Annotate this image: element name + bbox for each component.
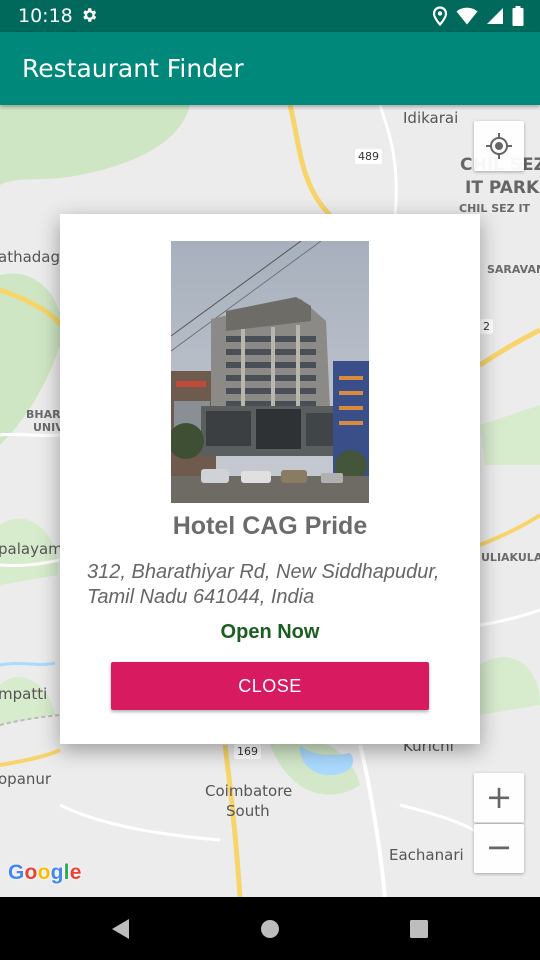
road-number-169: 169 (234, 744, 261, 759)
recents-icon[interactable] (405, 915, 433, 943)
navigation-bar (0, 897, 540, 960)
map-label-opanur: opanur (0, 770, 52, 788)
plus-icon: + (485, 778, 513, 816)
map-label-idikarai: Idikarai (403, 109, 459, 127)
map-label-eachanari: Eachanari (389, 846, 464, 864)
google-logo: Google (8, 861, 82, 885)
google-logo-letter: e (69, 861, 82, 884)
wifi-icon (456, 7, 478, 25)
signal-icon (487, 8, 503, 24)
status-icons (432, 6, 524, 26)
map-label-coimbatore: Coimbatore (205, 782, 293, 800)
close-button[interactable]: CLOSE (111, 662, 429, 710)
map-label-uliakulam: ULIAKULAM (481, 551, 540, 564)
map-label-saravana: SARAVANA (487, 263, 540, 276)
google-logo-letter: G (8, 861, 25, 884)
battery-icon (512, 6, 524, 26)
map-label-it-park: IT PARK (465, 178, 540, 198)
map-label-athadag: athadag (0, 248, 61, 266)
crosshair-icon (486, 133, 512, 159)
status-time: 10:18 (18, 5, 73, 27)
settings-gear-icon (83, 8, 97, 22)
location-icon (432, 6, 448, 26)
app-title: Restaurant Finder (22, 54, 244, 83)
map-label-mpatti: mpatti (0, 685, 48, 703)
status-bar: 10:18 (0, 0, 540, 32)
hotel-address: 312, Bharathiyar Rd, New Siddhapudur, Ta… (87, 561, 440, 608)
zoom-in-button[interactable]: + (474, 773, 524, 823)
road-number-2: 2 (480, 319, 493, 334)
restaurant-dialog: Hotel CAG Pride 312, Bharathiyar Rd, New… (60, 214, 480, 744)
road-number-489: 489 (355, 149, 382, 164)
google-logo-letter: o (24, 861, 38, 884)
map-label-palayam: palayam (0, 540, 63, 558)
minus-icon: − (485, 828, 513, 866)
hotel-photo (171, 241, 369, 503)
zoom-out-button[interactable]: − (474, 824, 524, 873)
hotel-name: Hotel CAG Pride (172, 512, 368, 540)
google-logo-letter: o (37, 861, 51, 884)
hotel-building-image (171, 241, 369, 503)
google-logo-letter: g (50, 861, 64, 884)
my-location-button[interactable] (474, 121, 524, 171)
back-icon[interactable] (107, 915, 135, 943)
home-icon[interactable] (256, 915, 284, 943)
map-label-south: South (226, 802, 270, 820)
open-status: Open Now (220, 621, 320, 643)
app-bar: Restaurant Finder (0, 32, 540, 105)
